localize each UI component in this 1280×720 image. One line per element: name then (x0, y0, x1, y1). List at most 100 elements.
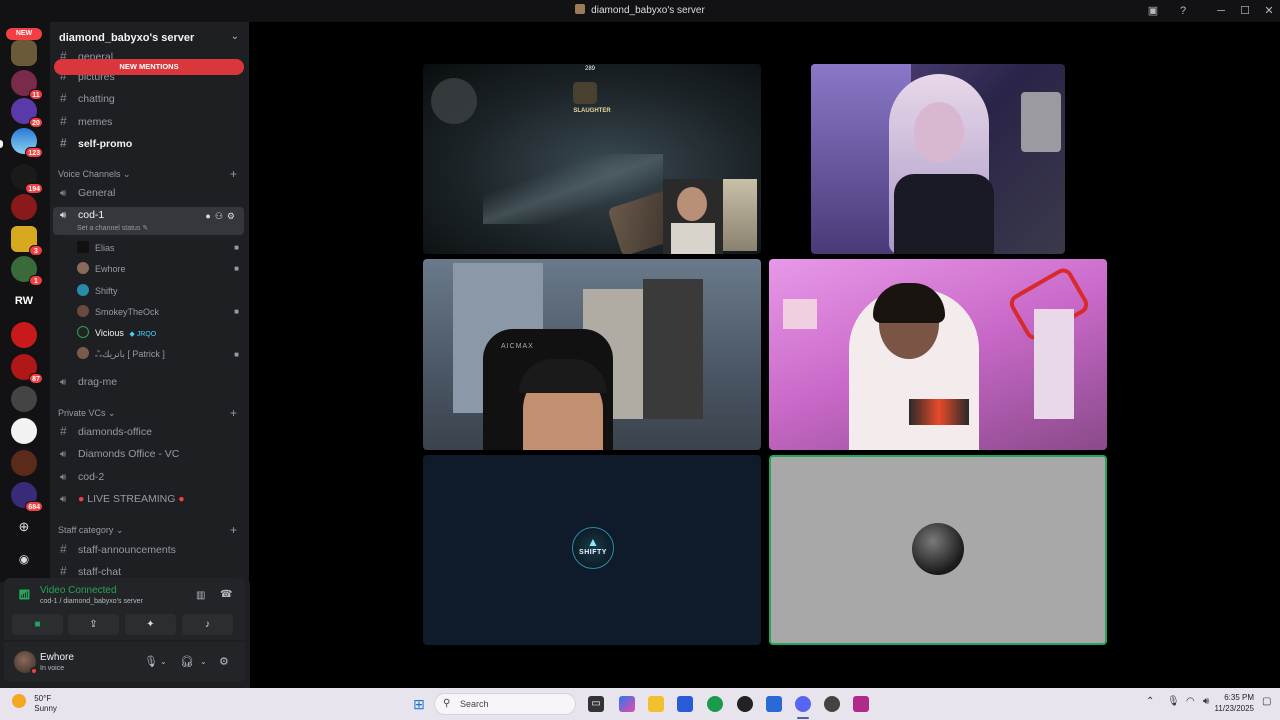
video-tile-pink-room[interactable] (769, 259, 1107, 450)
channel-diamonds-office[interactable]: # diamonds-office (60, 421, 152, 441)
voice-channel-cod-2[interactable]: 🔊︎ cod-2 (60, 467, 104, 487)
server-icon-12[interactable] (11, 386, 37, 412)
voice-member[interactable]: SmokeyTheOck (77, 303, 159, 321)
maximize-button[interactable]: ☐ (1235, 3, 1255, 19)
chevron-down-icon[interactable]: ⌄ (160, 657, 167, 666)
minimize-button[interactable]: ─ (1211, 3, 1231, 19)
category-voice[interactable]: Voice Channels ⌄ (58, 169, 131, 180)
server-icon-8[interactable]: 1 (11, 256, 43, 286)
notification-icon[interactable]: ▢ (1262, 696, 1271, 707)
discord-icon[interactable] (795, 696, 811, 712)
server-icon-1[interactable] (11, 40, 37, 66)
inbox-icon[interactable]: ▣ (1146, 4, 1160, 18)
server-icon-14[interactable] (11, 450, 37, 476)
server-icon-15[interactable]: 684 (11, 482, 43, 512)
voice-member[interactable]: ஃباتريك [ Patrick ] (77, 345, 165, 363)
video-tile-shifty[interactable]: ▲ SHIFTY (423, 455, 761, 645)
video-tile-purple-camera[interactable] (811, 64, 1065, 254)
task-view-icon[interactable]: ▭ (588, 696, 604, 712)
app-icon[interactable] (853, 696, 869, 712)
add-channel-icon[interactable]: + (230, 406, 237, 420)
voice-status[interactable]: Video Connected (40, 585, 117, 596)
channel-status-hint[interactable]: Set a channel status ✎ (77, 224, 148, 232)
server-icon-6[interactable] (11, 194, 37, 220)
network-icon[interactable]: ◠ (1186, 696, 1195, 707)
chevron-down-icon[interactable]: ⌄ (231, 31, 239, 42)
video-tile-game-stream[interactable]: SLAUGHTER 289 (423, 64, 761, 254)
chevron-up-icon[interactable]: ⌃ (1146, 696, 1154, 707)
screen-share-button[interactable]: ⇪ (68, 614, 119, 635)
voice-channel-drag-me[interactable]: 🔊︎ drag-me (60, 372, 117, 392)
server-icon-rw[interactable]: RW (11, 288, 37, 314)
category-private[interactable]: Private VCs ⌄ (58, 408, 116, 419)
edge-icon[interactable] (707, 696, 723, 712)
badge: 194 (25, 183, 43, 194)
server-icon-7[interactable]: 3 (11, 226, 43, 256)
activities-button[interactable]: ✦ (125, 614, 176, 635)
chevron-down-icon[interactable]: ⌄ (200, 657, 207, 666)
weather-widget[interactable]: 50°F Sunny (12, 694, 57, 714)
add-channel-icon[interactable]: + (230, 523, 237, 537)
voice-channel-live-streaming[interactable]: 🔊︎ ● LIVE STREAMING ● (60, 489, 185, 509)
fan (1021, 92, 1061, 152)
help-icon[interactable]: ? (1176, 4, 1190, 18)
voice-channel-cod-1[interactable]: 🔊︎ cod-1 (60, 205, 104, 225)
game-hud-title: SLAUGHTER (573, 108, 611, 114)
alienware-icon[interactable] (737, 696, 753, 712)
close-button[interactable]: ✕ (1259, 3, 1279, 19)
voice-member[interactable]: Elias (77, 239, 115, 257)
video-tile-room-camera[interactable]: AICMAX (423, 259, 761, 450)
camera-button[interactable]: ■ (12, 614, 63, 635)
voice-member[interactable]: Ewhore (77, 260, 126, 278)
voice-channel-general[interactable]: 🔊︎ General (60, 183, 115, 203)
voice-member[interactable]: Shifty (77, 282, 118, 300)
avatar (77, 284, 89, 296)
microphone-icon[interactable]: 🎙︎ (1167, 696, 1180, 707)
volume-icon[interactable]: 🔊︎ (1203, 696, 1209, 707)
server-icon-5[interactable]: 194 (11, 164, 43, 194)
user-name[interactable]: Ewhore (40, 652, 74, 663)
server-icon-11[interactable]: 87 (11, 354, 43, 384)
store-icon[interactable] (677, 696, 693, 712)
add-member-icon[interactable]: ⚇ (215, 211, 227, 221)
headphones-icon[interactable]: 🎧︎ (180, 655, 194, 668)
obs-icon[interactable] (824, 696, 840, 712)
server-icon-2[interactable]: 11 (11, 70, 43, 100)
noise-suppression-icon[interactable]: ▥ (196, 590, 205, 601)
server-icon-13[interactable] (11, 418, 37, 444)
channel-self-promo[interactable]: # self-promo (60, 133, 132, 153)
chat-icon[interactable]: ● (205, 211, 214, 221)
server-icon-4[interactable]: 123 (11, 128, 43, 158)
server-name[interactable]: diamond_babyxo's server (59, 32, 194, 44)
vscode-icon[interactable] (766, 696, 782, 712)
windows-start-icon[interactable]: ⊞ (411, 696, 427, 712)
taskbar-clock[interactable]: 6:35 PM 11/23/2025 (1215, 692, 1254, 714)
add-channel-icon[interactable]: + (230, 167, 237, 181)
hash-icon: # (60, 114, 67, 128)
gear-icon[interactable]: ⚙ (219, 655, 229, 668)
file-explorer-icon[interactable] (648, 696, 664, 712)
video-tile-speaking-user[interactable] (769, 455, 1107, 645)
channel-staff-announcements[interactable]: # staff-announcements (60, 539, 176, 559)
voice-location[interactable]: cod-1 / diamond_babyxo's server (40, 598, 143, 605)
new-tag: NEW (6, 28, 42, 40)
channel-memes[interactable]: # memes (60, 111, 112, 131)
copilot-icon[interactable] (619, 696, 635, 712)
voice-member[interactable]: Vicious ◆ JRQO (77, 324, 156, 342)
person-face (914, 102, 964, 162)
gear-icon[interactable]: ⚙ (227, 211, 239, 221)
disconnect-icon[interactable]: ☎ (220, 589, 232, 600)
channel-actions[interactable]: ●⚇⚙ (205, 211, 239, 222)
server-icon-3[interactable]: 20 (11, 98, 43, 128)
server-icon-10[interactable] (11, 322, 37, 348)
signal-icon[interactable]: 📶︎ (18, 590, 31, 601)
taskbar-search[interactable]: ⚲ Search (434, 693, 576, 715)
voice-channel-diamonds-office-vc[interactable]: 🔊︎ Diamonds Office - VC (60, 444, 179, 464)
category-staff[interactable]: Staff category ⌄ (58, 525, 123, 536)
channel-chatting[interactable]: # chatting (60, 88, 115, 108)
discover-icon[interactable]: ◉ (11, 546, 37, 572)
microphone-icon[interactable]: 🎙︎ (144, 655, 158, 668)
add-server-icon[interactable]: ⊕ (11, 514, 37, 540)
soundboard-button[interactable]: ♪ (182, 614, 233, 635)
new-mentions-banner[interactable]: NEW MENTIONS (54, 59, 244, 75)
